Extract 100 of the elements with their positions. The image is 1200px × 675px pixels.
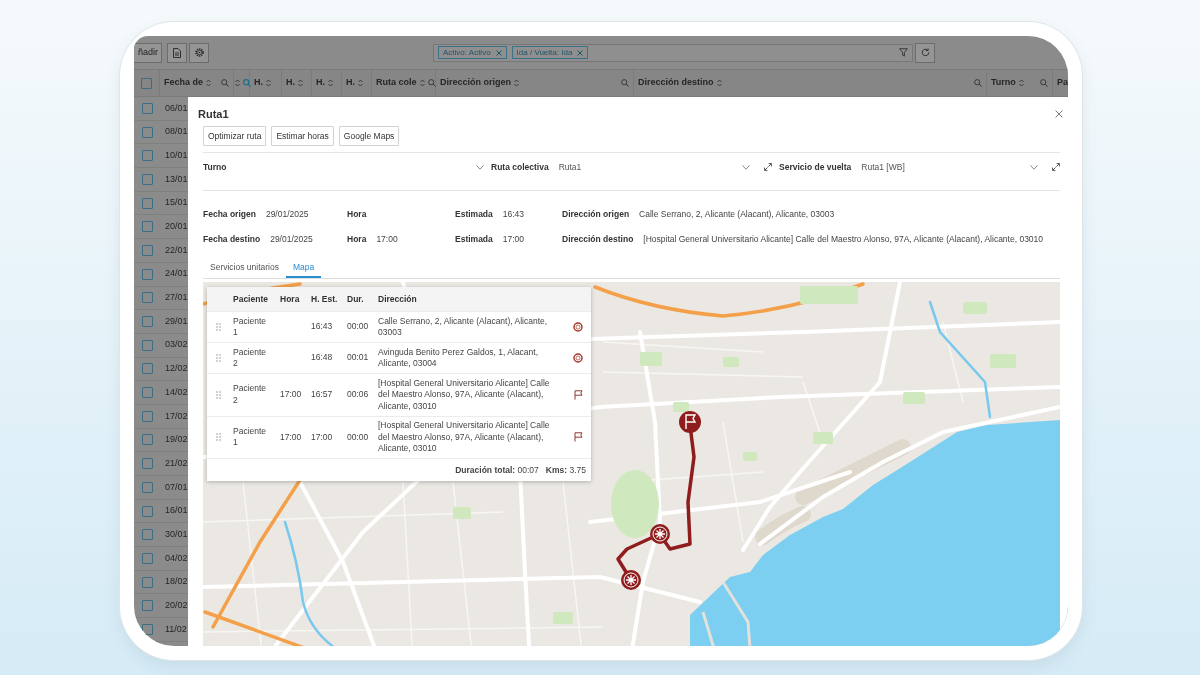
row-checkbox[interactable] xyxy=(141,150,153,162)
sort-icon[interactable] xyxy=(206,79,211,87)
row-checkbox[interactable] xyxy=(141,197,153,209)
row-checkbox[interactable] xyxy=(141,529,153,541)
sort-icon[interactable] xyxy=(266,79,271,87)
field-label: Hora xyxy=(347,233,367,246)
patient-cell-text: Paciente 1 xyxy=(233,315,268,339)
row-checkbox[interactable] xyxy=(141,268,153,280)
sort-icon[interactable] xyxy=(235,79,240,87)
chevron-down-icon xyxy=(476,164,484,170)
time-cell-text: 17:00 xyxy=(280,431,303,443)
row-checkbox[interactable] xyxy=(141,126,153,138)
column-header[interactable]: Pa xyxy=(1057,76,1068,90)
action-button[interactable]: Optimizar ruta xyxy=(203,126,267,146)
column-header[interactable]: Ruta cole xyxy=(376,76,417,90)
sort-icon[interactable] xyxy=(358,79,363,87)
search-icon[interactable] xyxy=(1040,79,1048,87)
drag-handle-icon[interactable] xyxy=(216,354,221,362)
column-header[interactable]: Dirección origen xyxy=(440,76,511,90)
row-checkbox[interactable] xyxy=(141,363,153,375)
drag-handle-icon[interactable] xyxy=(216,323,221,331)
column-header[interactable]: H. xyxy=(346,76,355,90)
column-header[interactable]: Turno xyxy=(991,76,1016,90)
column-header[interactable]: Dirección destino xyxy=(638,76,714,90)
park-area xyxy=(673,402,689,412)
date-cell-text: 22/01 xyxy=(165,243,188,257)
row-checkbox[interactable] xyxy=(141,552,153,564)
column-header[interactable]: Fecha de xyxy=(164,76,203,90)
chevron-down-icon xyxy=(1030,164,1038,170)
row-checkbox[interactable] xyxy=(141,410,153,422)
sort-icon[interactable] xyxy=(328,79,333,87)
date-cell-text: 06/01 xyxy=(165,101,188,115)
row-checkbox[interactable] xyxy=(141,292,153,304)
row-checkbox[interactable] xyxy=(141,505,153,517)
action-button[interactable]: Google Maps xyxy=(338,126,400,146)
settings-button[interactable] xyxy=(189,42,209,63)
field-label: Turno xyxy=(203,160,227,174)
close-icon[interactable] xyxy=(495,49,502,56)
sort-icon[interactable] xyxy=(419,79,425,87)
row-checkbox[interactable] xyxy=(141,387,153,399)
close-icon[interactable] xyxy=(577,49,584,56)
row-checkbox[interactable] xyxy=(141,221,153,233)
search-icon[interactable] xyxy=(621,79,629,87)
refresh-button[interactable] xyxy=(915,42,935,63)
column-header[interactable]: H. xyxy=(286,76,295,90)
sort-icon[interactable] xyxy=(716,79,722,87)
expand-icon[interactable] xyxy=(764,163,772,171)
add-button[interactable]: ñadir xyxy=(134,42,162,63)
filter-chip[interactable]: Activo: Activo xyxy=(438,46,507,59)
flag-marker-icon[interactable] xyxy=(679,411,701,433)
search-icon[interactable] xyxy=(427,79,436,87)
drag-handle-icon[interactable] xyxy=(216,390,221,399)
field-value: 29/01/2025 xyxy=(265,208,309,221)
date-cell: 12/02 xyxy=(165,362,188,376)
tab[interactable]: Mapa xyxy=(286,259,322,278)
search-icon[interactable] xyxy=(221,79,229,87)
patient-cell-text: Paciente 1 xyxy=(233,425,268,449)
row-checkbox[interactable] xyxy=(141,434,153,446)
sort-icon[interactable] xyxy=(298,79,303,87)
column-header: Dur. xyxy=(347,292,365,306)
row-checkbox[interactable] xyxy=(141,600,153,612)
field-label: Hora xyxy=(347,208,367,221)
file-button[interactable] xyxy=(167,42,187,63)
search-icon[interactable] xyxy=(974,79,982,87)
date-cell-text: 07/01 xyxy=(165,480,188,494)
summary-text: Duración total: 00:07 xyxy=(455,463,539,477)
select-field[interactable]: Ruta1 xyxy=(558,158,750,176)
row-checkbox[interactable] xyxy=(141,173,153,185)
park-area xyxy=(813,432,833,444)
sort-icon[interactable] xyxy=(514,79,519,87)
column-header[interactable]: H. xyxy=(254,76,263,90)
row-checkbox[interactable] xyxy=(141,339,153,351)
tab[interactable]: Servicios unitarios xyxy=(203,259,286,278)
flag-icon xyxy=(573,389,583,400)
column-header[interactable]: H. xyxy=(316,76,325,90)
filter-chip[interactable]: Ida / Vuelta: Ida xyxy=(511,46,589,59)
expand-icon[interactable] xyxy=(1052,163,1060,171)
filter-icon[interactable] xyxy=(899,48,908,57)
row-checkbox[interactable] xyxy=(141,458,153,470)
date-cell: 08/01 xyxy=(165,125,188,139)
filter-field[interactable]: Activo: Activo Ida / Vuelta: Ida xyxy=(433,43,913,62)
select-field[interactable]: Ruta1 [WB] xyxy=(861,158,1038,176)
time-cell-text: 17:00 xyxy=(311,431,334,443)
row-checkbox[interactable] xyxy=(141,623,153,635)
row-checkbox[interactable] xyxy=(141,481,153,493)
row-checkbox[interactable] xyxy=(141,316,153,328)
close-icon[interactable] xyxy=(1055,110,1063,118)
field-label: Estimada xyxy=(455,233,493,246)
select-all-checkbox[interactable] xyxy=(141,77,152,89)
search-icon[interactable] xyxy=(243,79,251,87)
asterisk-marker-icon[interactable] xyxy=(650,524,670,544)
field-label: Servicio de vuelta xyxy=(779,160,852,174)
row-checkbox[interactable] xyxy=(141,244,153,256)
row-checkbox[interactable] xyxy=(141,576,153,588)
action-button[interactable]: Estimar horas xyxy=(271,126,334,146)
ring-icon xyxy=(573,353,583,363)
drag-handle-icon[interactable] xyxy=(216,433,221,442)
row-checkbox[interactable] xyxy=(141,102,153,114)
sort-icon[interactable] xyxy=(1018,79,1024,87)
asterisk-marker-icon[interactable] xyxy=(621,570,641,590)
